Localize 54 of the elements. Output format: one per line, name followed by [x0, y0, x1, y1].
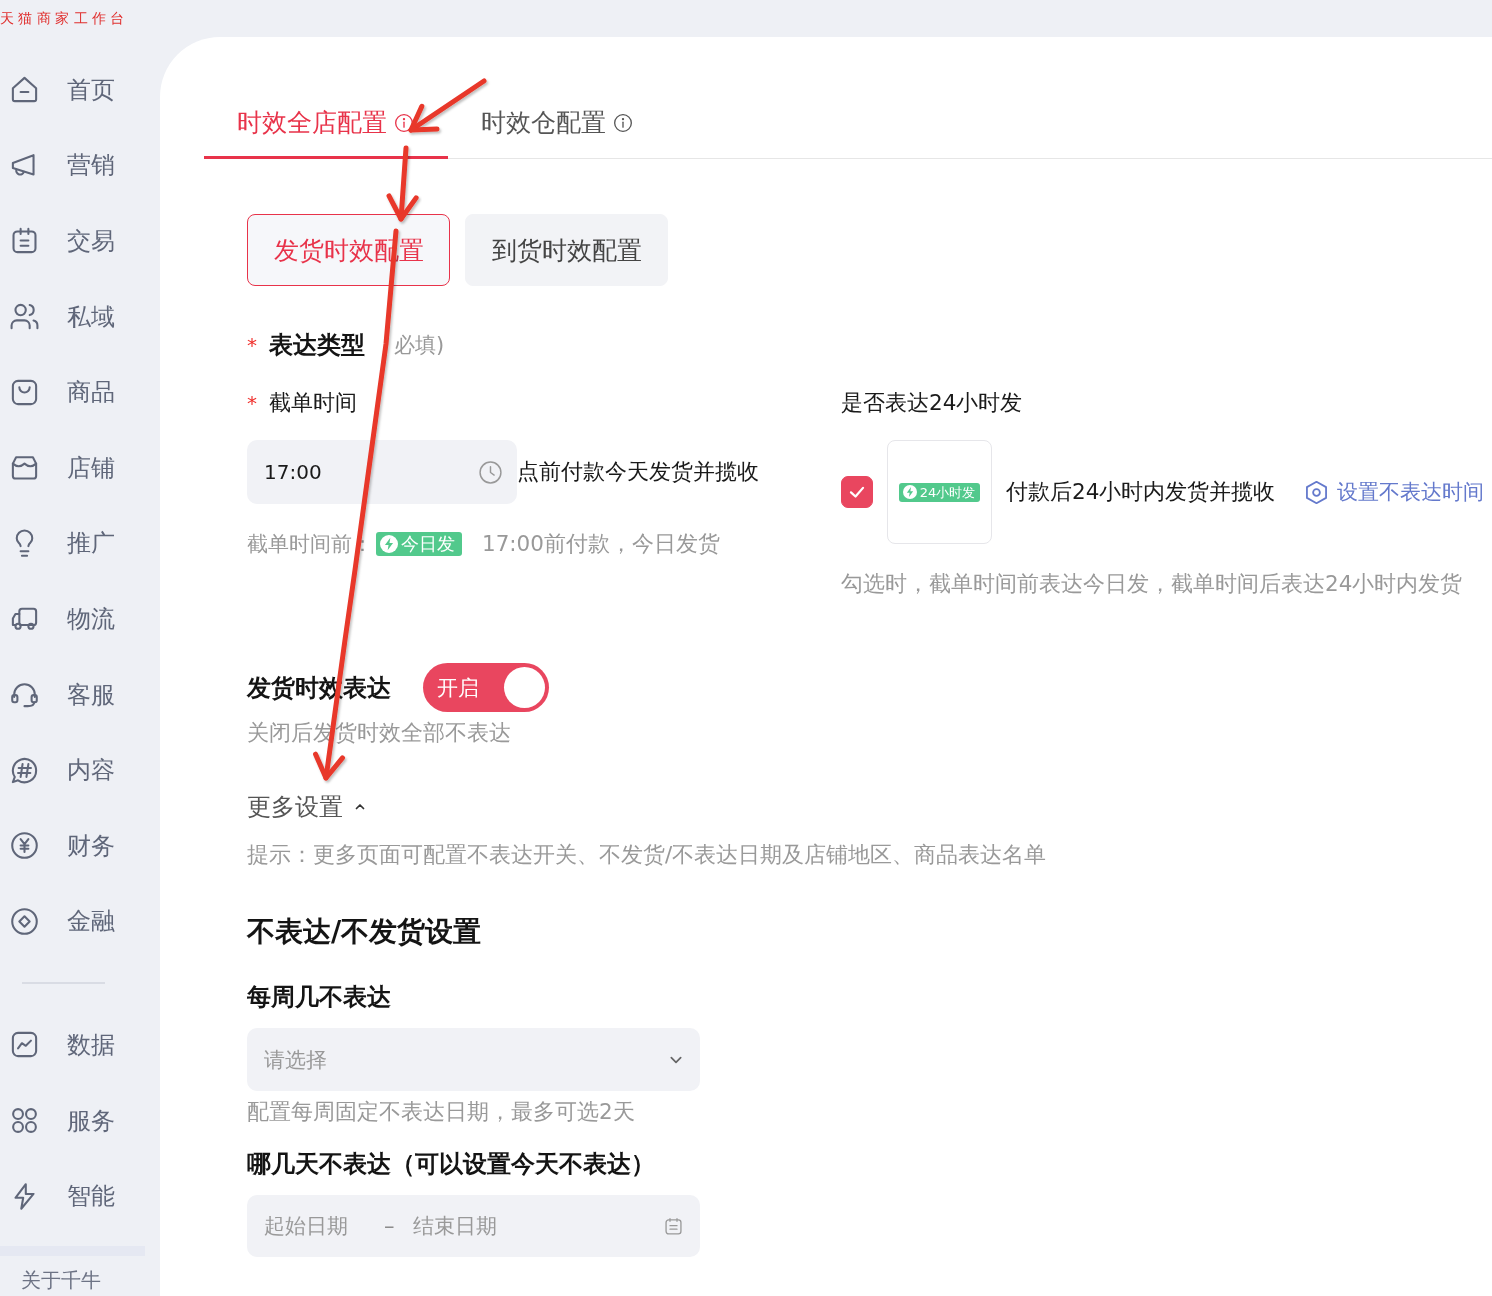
four-circles-icon	[9, 1105, 40, 1136]
hint-text: 17:00前付款，今日发货	[482, 530, 720, 558]
time-input[interactable]: 17:00	[247, 440, 517, 504]
sidebar-item[interactable]: 物流	[0, 581, 150, 657]
sidebar-item[interactable]: 智能	[0, 1158, 150, 1234]
field-label: 每周几不表达	[247, 982, 391, 1012]
about-link[interactable]: 关于千牛	[21, 1267, 160, 1292]
field-label: 截单时间	[269, 389, 357, 417]
badge-text: 24小时发	[919, 485, 976, 499]
more-settings-toggle[interactable]: 更多设置	[247, 792, 366, 822]
hint-text: 截单时间前：	[247, 531, 373, 558]
required-mark: *	[247, 390, 258, 417]
lightning-icon	[380, 535, 398, 553]
yen-coin-icon	[9, 830, 40, 862]
sidebar-item[interactable]: 私域	[0, 278, 150, 355]
info-icon	[394, 113, 414, 133]
sidebar-item[interactable]: 客服	[0, 656, 150, 733]
date-range-field[interactable]: 起始日期 – 结束日期	[247, 1195, 700, 1257]
badge-text: 今日发	[401, 535, 455, 553]
app-title: 天猫商家工作台	[0, 9, 129, 27]
toggle-switch[interactable]: 开启	[423, 663, 549, 712]
sidebar-item[interactable]: 服务	[0, 1082, 150, 1159]
required-mark: *	[247, 332, 258, 359]
sub-tab[interactable]: 到货时效配置	[465, 214, 668, 286]
info-icon	[613, 113, 633, 133]
checkbox[interactable]	[841, 476, 873, 508]
required-note: 必填)	[394, 332, 445, 359]
lightning-icon	[902, 485, 917, 499]
set-time-link[interactable]: 设置不表达时间	[1303, 477, 1485, 507]
sidebar-item[interactable]: 首页	[0, 52, 150, 128]
calendar-icon	[663, 1215, 684, 1237]
section-title: 不表达/不发货设置	[247, 914, 483, 950]
tab[interactable]: 时效仓配置	[448, 90, 667, 159]
sidebar-item[interactable]: 店铺	[0, 429, 150, 506]
field-label: 哪几天不表达（可以设置今天不表达）	[247, 1149, 655, 1179]
sidebar-item[interactable]: 推广	[0, 505, 150, 582]
sidebar-item[interactable]: 内容	[0, 732, 150, 808]
sidebar-item[interactable]: 财务	[0, 807, 150, 884]
diamond-coin-icon	[9, 905, 40, 937]
sidebar-item[interactable]: 数据	[0, 1007, 150, 1083]
sidebar-item[interactable]: 营销	[0, 127, 150, 204]
hint-text: 配置每周固定不表达日期，最多可选2天	[247, 1098, 636, 1126]
tab[interactable]: 时效全店配置	[204, 90, 448, 159]
sidebar-item[interactable]: 商品	[0, 354, 150, 430]
option-text: 付款后24小时内发货并揽收	[1006, 478, 1276, 506]
field-label: 表达类型	[269, 330, 365, 360]
cutoff-suffix: 点前付款今天发货并揽收	[517, 458, 759, 486]
weekday-select[interactable]: 请选择	[247, 1028, 700, 1091]
clock-icon	[478, 459, 503, 485]
sidebar-item[interactable]: 金融	[0, 883, 150, 960]
hint-text: 提示：更多页面可配置不表达开关、不发货/不表达日期及店铺地区、商品表达名单	[247, 841, 1048, 869]
field-label: 是否表达24小时发	[841, 389, 1023, 417]
hint-text: 勾选时，截单时间前表达今日发，截单时间后表达24小时内发货	[841, 570, 1463, 598]
sidebar-item[interactable]: 交易	[0, 203, 150, 279]
